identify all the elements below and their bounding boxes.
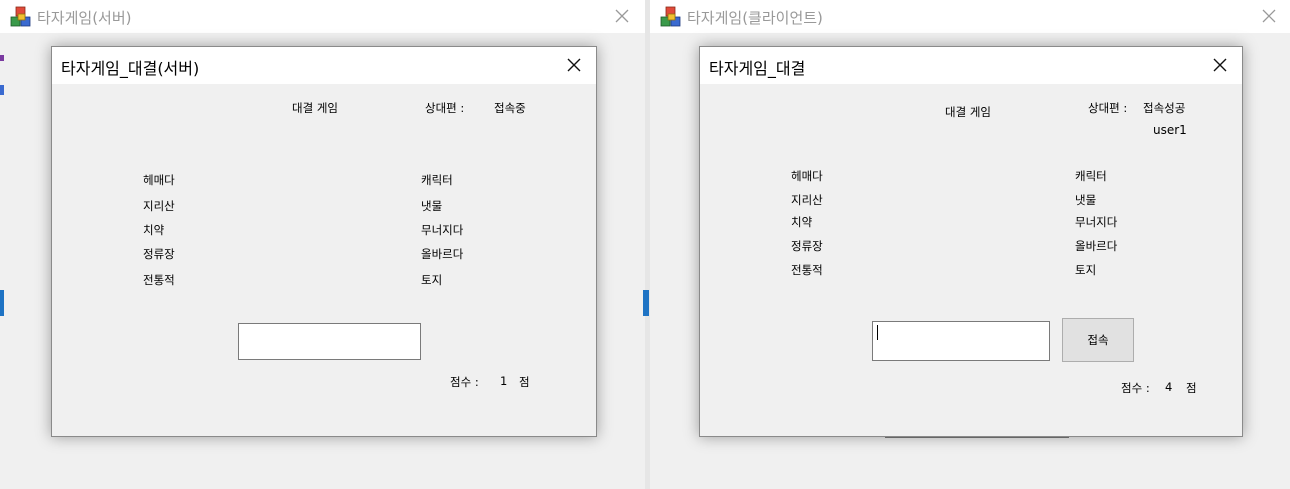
- word-label: 무너지다: [1075, 215, 1118, 229]
- game-heading: 대결 게임: [945, 105, 991, 119]
- text-caret: [877, 325, 878, 340]
- close-icon[interactable]: [567, 58, 581, 72]
- word-label: 올바르다: [421, 247, 464, 261]
- client-window-title: 타자게임(클라이언트): [687, 9, 823, 27]
- word-label: 무너지다: [421, 223, 464, 237]
- score-label: 점수 :: [1121, 381, 1150, 395]
- word-label: 헤매다: [143, 173, 175, 187]
- game-heading: 대결 게임: [292, 101, 338, 115]
- server-window-title: 타자게임(서버): [37, 9, 132, 27]
- word-label: 토지: [421, 273, 443, 287]
- server-dialog: 타자게임_대결(서버) 대결 게임 상대편 : 접속중 헤매다 지리산 치약 정…: [51, 46, 597, 437]
- background-app-edge: [0, 55, 4, 285]
- close-icon[interactable]: [614, 8, 630, 24]
- word-label: 치약: [143, 223, 165, 237]
- score-label: 점수 :: [450, 375, 479, 389]
- background-selection-strip: [0, 290, 4, 316]
- server-dialog-title: 타자게임_대결(서버): [61, 59, 200, 78]
- opponent-name: user1: [1153, 123, 1187, 137]
- word-label: 정류장: [791, 239, 823, 253]
- score-unit: 점: [519, 375, 530, 389]
- background-selection-strip: [643, 290, 649, 316]
- opponent-label: 상대편 :: [1088, 101, 1128, 115]
- word-label: 지리산: [791, 193, 823, 207]
- server-main-titlebar[interactable]: 타자게임(서버): [0, 0, 645, 33]
- word-label: 캐릭터: [1075, 169, 1107, 183]
- word-input[interactable]: [872, 321, 1050, 361]
- client-dialog: 타자게임_대결 대결 게임 상대편 : 접속성공 user1 헤매다 지리산 치…: [699, 46, 1243, 437]
- word-label: 올바르다: [1075, 239, 1118, 253]
- client-dialog-titlebar[interactable]: 타자게임_대결: [700, 47, 1242, 84]
- app-cubes-icon: [660, 6, 681, 27]
- word-label: 정류장: [143, 247, 175, 261]
- close-icon[interactable]: [1213, 58, 1227, 72]
- word-label: 캐릭터: [421, 173, 453, 187]
- word-label: 치약: [791, 215, 813, 229]
- server-dialog-titlebar[interactable]: 타자게임_대결(서버): [52, 47, 596, 84]
- word-label: 헤매다: [791, 169, 823, 183]
- client-dialog-title: 타자게임_대결: [709, 59, 806, 78]
- opponent-status: 접속중: [494, 101, 526, 115]
- word-label: 냇물: [421, 199, 443, 213]
- score-value: 4: [1165, 380, 1173, 394]
- connect-button[interactable]: 접속: [1062, 318, 1134, 362]
- score-value: 1: [500, 374, 508, 388]
- opponent-status: 접속성공: [1143, 101, 1186, 115]
- server-main-window: 타자게임(서버) 타자게임_대결(서버) 대결 게임 상대편 : 접속중 헤매다…: [0, 0, 645, 489]
- word-input[interactable]: [238, 323, 421, 360]
- app-cubes-icon: [10, 6, 31, 27]
- word-label: 전통적: [791, 263, 823, 277]
- client-main-titlebar[interactable]: 타자게임(클라이언트): [650, 0, 1290, 33]
- word-label: 지리산: [143, 199, 175, 213]
- word-label: 냇물: [1075, 193, 1097, 207]
- score-unit: 점: [1186, 381, 1197, 395]
- client-main-window: 타자게임(클라이언트) 타자게임_대결 대결 게임 상대편 : 접속성공 use…: [650, 0, 1290, 489]
- close-icon[interactable]: [1261, 8, 1277, 24]
- word-label: 전통적: [143, 273, 175, 287]
- opponent-label: 상대편 :: [425, 101, 465, 115]
- word-label: 토지: [1075, 263, 1097, 277]
